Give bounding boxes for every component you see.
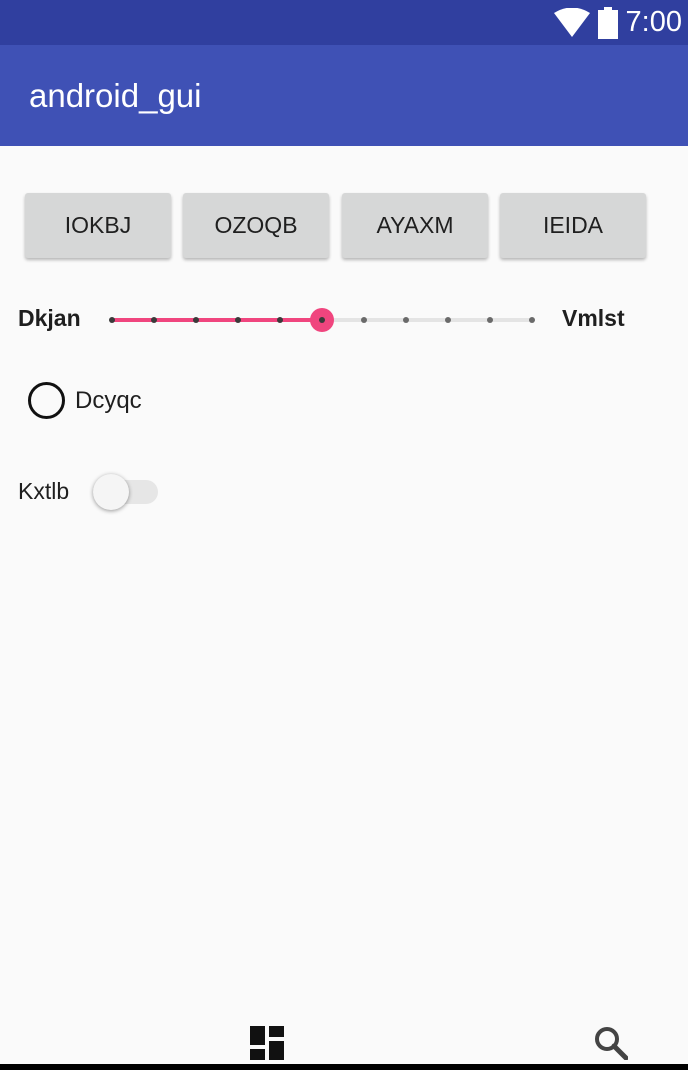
slider-tick — [235, 317, 241, 323]
slider-tick — [151, 317, 157, 323]
status-time: 7:00 — [625, 6, 682, 38]
slider-tick — [529, 317, 535, 323]
iokbj-button[interactable]: IOKBJ — [25, 193, 171, 258]
screen: 7:00 android_gui IOKBJ OZOQB AYAXM IEIDA… — [0, 0, 688, 1070]
discrete-slider[interactable] — [104, 300, 548, 340]
slider-tick — [445, 317, 451, 323]
app-bar: android_gui — [0, 45, 688, 146]
slider-tick — [109, 317, 115, 323]
ieida-button[interactable]: IEIDA — [500, 193, 646, 258]
slider-tick — [361, 317, 367, 323]
bottom-nav — [0, 1010, 688, 1070]
app-title: android_gui — [29, 76, 202, 114]
battery-icon — [597, 6, 618, 39]
slider-tick — [487, 317, 493, 323]
ozoqb-button[interactable]: OZOQB — [183, 193, 329, 258]
switch-label: Kxtlb — [18, 478, 70, 504]
slider-min-label: Dkjan — [18, 305, 81, 331]
slider-tick — [403, 317, 409, 323]
radio-button[interactable] — [28, 382, 65, 419]
slider-thumb-tick — [319, 317, 325, 323]
search-icon[interactable] — [594, 1026, 628, 1060]
switch-thumb[interactable] — [93, 474, 129, 510]
slider-track[interactable] — [104, 300, 548, 340]
bottom-edge — [0, 1064, 688, 1070]
ayaxm-button[interactable]: AYAXM — [342, 193, 488, 258]
slider-tick — [193, 317, 199, 323]
slider-max-label: Vmlst — [562, 305, 625, 331]
status-bar: 7:00 — [0, 0, 688, 45]
slider-tick — [277, 317, 283, 323]
wifi-icon — [553, 7, 590, 38]
switch-kxtlb[interactable]: Kxtlb — [18, 472, 158, 510]
radio-label: Dcyqc — [75, 386, 142, 414]
dashboard-icon[interactable] — [250, 1026, 284, 1060]
radio-option-dcyqc[interactable]: Dcyqc — [28, 382, 142, 419]
